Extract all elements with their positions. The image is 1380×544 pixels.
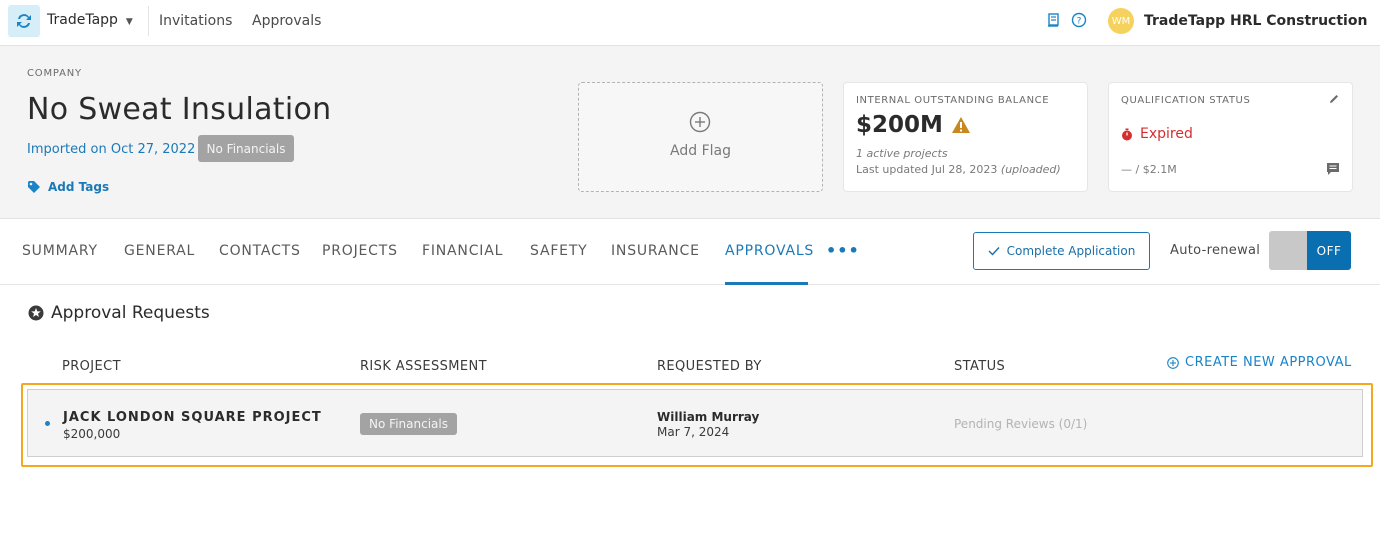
plus-circle-icon xyxy=(689,111,711,133)
imported-link[interactable]: Imported on Oct 27, 2022 xyxy=(27,142,195,157)
section-title: Approval Requests xyxy=(28,303,210,323)
tab-general[interactable]: GENERAL xyxy=(124,243,195,259)
active-tab-indicator xyxy=(725,282,808,285)
balance-card: INTERNAL OUTSTANDING BALANCE $200M 1 act… xyxy=(843,82,1088,192)
tab-insurance[interactable]: INSURANCE xyxy=(611,243,700,259)
section-title-label: Approval Requests xyxy=(51,303,210,323)
avatar[interactable]: WM xyxy=(1108,8,1134,34)
comment-icon[interactable] xyxy=(1326,162,1340,176)
nav-link-approvals[interactable]: Approvals xyxy=(252,13,321,29)
tab-safety[interactable]: SAFETY xyxy=(530,243,588,259)
org-name[interactable]: TradeTapp HRL Construction xyxy=(1144,13,1367,29)
active-projects-count: 1 xyxy=(856,147,863,160)
nav-link-invitations[interactable]: Invitations xyxy=(159,13,232,29)
tab-approvals[interactable]: APPROVALS xyxy=(725,243,814,259)
risk-badge: No Financials xyxy=(360,413,457,435)
qualification-amount: — / $2.1M xyxy=(1121,163,1177,176)
balance-label: INTERNAL OUTSTANDING BALANCE xyxy=(856,95,1050,106)
balance-value-row: $200M xyxy=(856,112,971,138)
last-updated-date: Last updated Jul 28, 2023 xyxy=(856,163,998,176)
column-header-risk: RISK ASSESSMENT xyxy=(360,359,487,374)
table-row[interactable]: JACK LONDON SQUARE PROJECT $200,000 No F… xyxy=(27,389,1363,457)
company-header: COMPANY No Sweat Insulation Imported on … xyxy=(0,46,1380,219)
column-header-status: STATUS xyxy=(954,359,1006,374)
nav-divider xyxy=(148,6,149,36)
column-header-requested-by: REQUESTED BY xyxy=(657,359,762,374)
svg-text:?: ? xyxy=(1077,17,1082,27)
add-flag-button[interactable]: Add Flag xyxy=(578,82,823,192)
tab-summary[interactable]: SUMMARY xyxy=(22,243,98,259)
add-tags-label: Add Tags xyxy=(48,180,110,194)
help-icon[interactable]: ? xyxy=(1071,12,1087,28)
add-flag-label: Add Flag xyxy=(670,143,731,159)
company-label: COMPANY xyxy=(27,68,82,79)
create-new-approval-button[interactable]: CREATE NEW APPROVAL xyxy=(1167,355,1352,370)
requester-name: William Murray xyxy=(657,410,760,424)
column-header-project: PROJECT xyxy=(62,359,121,374)
caret-down-icon: ▼ xyxy=(125,16,133,27)
tab-financial[interactable]: FINANCIAL xyxy=(422,243,503,259)
document-icon[interactable] xyxy=(1046,12,1062,28)
tag-icon xyxy=(28,181,40,193)
tab-bar: SUMMARY GENERAL CONTACTS PROJECTS FINANC… xyxy=(0,219,1380,285)
toggle-knob xyxy=(1269,231,1307,270)
top-nav: TradeTapp ▼ Invitations Approvals ? WM T… xyxy=(0,0,1380,46)
edit-pencil-icon[interactable] xyxy=(1328,93,1340,105)
auto-renewal-label: Auto-renewal xyxy=(1170,243,1261,258)
qualification-card: QUALIFICATION STATUS Expired — / $2.1M xyxy=(1108,82,1353,192)
active-projects: 1 active projects xyxy=(856,147,948,160)
more-tabs-icon[interactable]: ••• xyxy=(826,241,860,260)
tradetapp-logo-icon[interactable] xyxy=(8,5,40,37)
auto-renewal-toggle[interactable]: OFF xyxy=(1269,231,1351,270)
toggle-state: OFF xyxy=(1307,231,1351,270)
last-updated-note: (uploaded) xyxy=(1000,163,1061,176)
balance-value: $200M xyxy=(856,112,943,138)
qualification-status: Expired xyxy=(1121,126,1193,142)
star-circle-icon xyxy=(28,305,44,321)
app-name: TradeTapp xyxy=(47,12,118,28)
app-switcher[interactable]: TradeTapp ▼ xyxy=(47,12,133,28)
tab-projects[interactable]: PROJECTS xyxy=(322,243,398,259)
active-projects-text: active projects xyxy=(866,147,948,160)
create-new-approval-label: CREATE NEW APPROVAL xyxy=(1185,355,1352,370)
project-amount: $200,000 xyxy=(63,427,121,441)
company-name: No Sweat Insulation xyxy=(27,92,332,127)
complete-application-button[interactable]: Complete Application xyxy=(973,232,1150,270)
qualification-label: QUALIFICATION STATUS xyxy=(1121,95,1251,106)
add-tags-button[interactable]: Add Tags xyxy=(27,180,109,194)
qualification-status-label: Expired xyxy=(1140,126,1193,142)
requested-date: Mar 7, 2024 xyxy=(657,425,730,439)
check-icon xyxy=(988,247,1000,256)
complete-application-label: Complete Application xyxy=(1006,244,1136,258)
warning-icon xyxy=(951,117,970,133)
unread-dot-icon xyxy=(45,421,50,426)
financials-badge: No Financials xyxy=(198,135,294,162)
last-updated: Last updated Jul 28, 2023 (uploaded) xyxy=(856,163,1061,176)
project-name[interactable]: JACK LONDON SQUARE PROJECT xyxy=(63,410,322,425)
plus-circle-icon xyxy=(1167,356,1179,369)
stopwatch-icon xyxy=(1122,128,1132,140)
approval-status: Pending Reviews (0/1) xyxy=(954,417,1088,431)
tab-contacts[interactable]: CONTACTS xyxy=(219,243,301,259)
